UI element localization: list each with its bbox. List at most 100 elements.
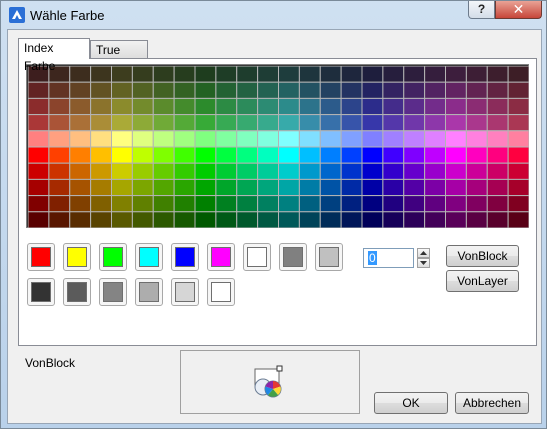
palette-cell[interactable] bbox=[173, 146, 196, 164]
palette-cell[interactable] bbox=[69, 178, 92, 197]
palette-cell[interactable] bbox=[48, 146, 71, 164]
palette-cell[interactable] bbox=[507, 178, 529, 197]
palette-cell[interactable] bbox=[131, 211, 154, 228]
palette-cell[interactable] bbox=[131, 66, 154, 83]
palette-cell[interactable] bbox=[194, 146, 217, 164]
palette-cell[interactable] bbox=[424, 130, 447, 148]
palette-cell[interactable] bbox=[445, 178, 467, 197]
palette-cell[interactable] bbox=[111, 97, 133, 116]
palette-cell[interactable] bbox=[403, 97, 426, 116]
palette-cell[interactable] bbox=[194, 178, 217, 197]
palette-cell[interactable] bbox=[257, 130, 280, 148]
palette-cell[interactable] bbox=[48, 195, 71, 213]
palette-cell[interactable] bbox=[257, 81, 280, 99]
palette-cell[interactable] bbox=[319, 97, 342, 116]
palette-cell[interactable] bbox=[298, 114, 321, 132]
palette-cell[interactable] bbox=[69, 81, 92, 99]
color-swatch[interactable] bbox=[27, 278, 55, 306]
palette-cell[interactable] bbox=[298, 162, 321, 180]
palette-cell[interactable] bbox=[424, 162, 447, 180]
palette-cell[interactable] bbox=[131, 195, 154, 213]
palette-cell[interactable] bbox=[340, 81, 363, 99]
palette-cell[interactable] bbox=[152, 146, 175, 164]
palette-cell[interactable] bbox=[152, 162, 175, 180]
palette-cell[interactable] bbox=[257, 195, 280, 213]
spin-up-button[interactable] bbox=[417, 248, 430, 258]
palette-cell[interactable] bbox=[361, 97, 384, 116]
palette-cell[interactable] bbox=[48, 81, 71, 99]
palette-cell[interactable] bbox=[194, 211, 217, 228]
palette-cell[interactable] bbox=[361, 66, 384, 83]
palette-cell[interactable] bbox=[28, 130, 50, 148]
palette-cell[interactable] bbox=[486, 146, 509, 164]
palette-cell[interactable] bbox=[236, 195, 259, 213]
palette-cell[interactable] bbox=[69, 114, 92, 132]
palette-cell[interactable] bbox=[69, 130, 92, 148]
palette-cell[interactable] bbox=[236, 146, 259, 164]
color-index-input[interactable]: 0 bbox=[363, 248, 414, 268]
von-block-button[interactable]: VonBlock bbox=[446, 245, 519, 267]
palette-cell[interactable] bbox=[486, 178, 509, 197]
palette-cell[interactable] bbox=[111, 130, 133, 148]
palette-cell[interactable] bbox=[486, 162, 509, 180]
palette-cell[interactable] bbox=[173, 81, 196, 99]
color-swatch[interactable] bbox=[99, 243, 127, 271]
cancel-button[interactable]: Abbrechen bbox=[455, 392, 529, 414]
palette-cell[interactable] bbox=[486, 114, 509, 132]
palette-cell[interactable] bbox=[382, 81, 405, 99]
palette-cell[interactable] bbox=[131, 114, 154, 132]
palette-cell[interactable] bbox=[90, 130, 113, 148]
palette-cell[interactable] bbox=[152, 81, 175, 99]
palette-cell[interactable] bbox=[361, 114, 384, 132]
palette-cell[interactable] bbox=[152, 97, 175, 116]
palette-cell[interactable] bbox=[28, 146, 50, 164]
palette-cell[interactable] bbox=[424, 178, 447, 197]
palette-cell[interactable] bbox=[28, 97, 50, 116]
color-swatch[interactable] bbox=[99, 278, 127, 306]
palette-cell[interactable] bbox=[465, 66, 488, 83]
palette-cell[interactable] bbox=[28, 162, 50, 180]
palette-cell[interactable] bbox=[152, 211, 175, 228]
palette-cell[interactable] bbox=[236, 162, 259, 180]
spin-down-button[interactable] bbox=[417, 258, 430, 268]
palette-cell[interactable] bbox=[278, 130, 300, 148]
palette-cell[interactable] bbox=[486, 211, 509, 228]
palette-cell[interactable] bbox=[90, 178, 113, 197]
palette-cell[interactable] bbox=[90, 211, 113, 228]
palette-cell[interactable] bbox=[257, 146, 280, 164]
palette-cell[interactable] bbox=[486, 130, 509, 148]
palette-cell[interactable] bbox=[465, 178, 488, 197]
palette-cell[interactable] bbox=[90, 66, 113, 83]
palette-cell[interactable] bbox=[90, 146, 113, 164]
palette-cell[interactable] bbox=[111, 146, 133, 164]
palette-cell[interactable] bbox=[445, 130, 467, 148]
palette-cell[interactable] bbox=[69, 162, 92, 180]
color-swatch[interactable] bbox=[171, 243, 199, 271]
palette-cell[interactable] bbox=[361, 130, 384, 148]
palette-cell[interactable] bbox=[152, 178, 175, 197]
palette-cell[interactable] bbox=[507, 81, 529, 99]
palette-cell[interactable] bbox=[403, 114, 426, 132]
palette-cell[interactable] bbox=[486, 195, 509, 213]
palette-cell[interactable] bbox=[236, 81, 259, 99]
palette-cell[interactable] bbox=[507, 211, 529, 228]
palette-cell[interactable] bbox=[28, 211, 50, 228]
palette-cell[interactable] bbox=[215, 178, 238, 197]
palette-cell[interactable] bbox=[298, 97, 321, 116]
palette-cell[interactable] bbox=[319, 146, 342, 164]
palette-cell[interactable] bbox=[340, 195, 363, 213]
palette-cell[interactable] bbox=[215, 146, 238, 164]
palette-cell[interactable] bbox=[48, 97, 71, 116]
palette-cell[interactable] bbox=[28, 81, 50, 99]
palette-cell[interactable] bbox=[465, 130, 488, 148]
palette-cell[interactable] bbox=[215, 130, 238, 148]
palette-cell[interactable] bbox=[69, 211, 92, 228]
palette-cell[interactable] bbox=[403, 178, 426, 197]
tab-true-color[interactable]: True Color bbox=[90, 40, 148, 75]
palette-cell[interactable] bbox=[257, 114, 280, 132]
palette-cell[interactable] bbox=[465, 97, 488, 116]
palette-cell[interactable] bbox=[111, 81, 133, 99]
palette-cell[interactable] bbox=[48, 211, 71, 228]
palette-cell[interactable] bbox=[403, 211, 426, 228]
palette-cell[interactable] bbox=[215, 114, 238, 132]
